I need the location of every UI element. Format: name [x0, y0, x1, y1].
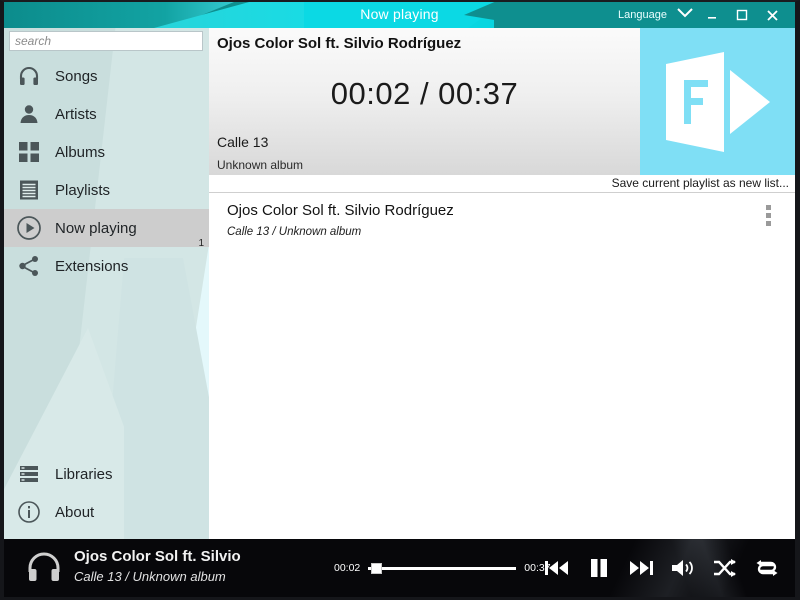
pause-button[interactable] [585, 554, 613, 582]
headphones-icon [26, 552, 62, 589]
seek-thumb[interactable] [371, 563, 383, 574]
info-circle-icon [14, 497, 44, 527]
sidebar-item-label: Now playing [55, 219, 137, 237]
now-playing-panel: Ojos Color Sol ft. Silvio Rodríguez 00:0… [209, 28, 795, 175]
title-bar: Now playing Language [4, 2, 795, 28]
sidebar-nav: Songs Artists Albums Playlists Now playi… [4, 57, 209, 285]
app-window: Now playing Language search Songs Artist… [0, 0, 800, 600]
sidebar-item-label: About [55, 503, 95, 521]
seek-track [368, 567, 517, 570]
search-input[interactable] [9, 31, 203, 51]
play-circle-icon [14, 213, 44, 243]
now-playing-artist: Calle 13 [217, 134, 269, 150]
player-controls [543, 539, 781, 597]
sidebar-item-artists[interactable]: Artists [4, 95, 209, 133]
minimize-button[interactable] [697, 2, 727, 28]
sidebar-item-playlists[interactable]: Playlists [4, 171, 209, 209]
maximize-button[interactable] [727, 2, 757, 28]
sidebar-item-label: Albums [55, 143, 106, 161]
player-bar: Ojos Color Sol ft. Silvio Calle 13 / Unk… [4, 539, 795, 597]
save-playlist-bar: Save current playlist as new list... [209, 175, 795, 193]
shuffle-button[interactable] [711, 554, 739, 582]
sidebar-item-label: Playlists [55, 181, 111, 199]
player-track-title: Ojos Color Sol ft. Silvio [74, 548, 241, 565]
player-seek-area: 00:02 00:37 [334, 539, 551, 597]
chevron-down-icon[interactable] [673, 2, 697, 28]
track-title: Ojos Color Sol ft. Silvio Rodríguez [227, 202, 454, 219]
sidebar-item-label: Artists [55, 105, 97, 123]
main-content: Ojos Color Sol ft. Silvio Rodríguez 00:0… [209, 28, 795, 539]
headphones-icon [14, 61, 44, 91]
sidebar-item-albums[interactable]: Albums [4, 133, 209, 171]
sidebar-bottom-nav: Libraries About [4, 455, 209, 531]
volume-button[interactable] [669, 554, 697, 582]
sidebar-item-extensions[interactable]: Extensions [4, 247, 209, 285]
table-row[interactable]: Ojos Color Sol ft. Silvio Rodríguez Call… [209, 194, 795, 248]
seek-slider[interactable] [368, 563, 517, 574]
save-playlist-link[interactable]: Save current playlist as new list... [612, 175, 789, 192]
grid-icon [14, 137, 44, 167]
person-icon [14, 99, 44, 129]
track-subtitle: Calle 13 / Unknown album [227, 226, 362, 238]
kebab-menu-icon[interactable] [766, 205, 771, 226]
player-current-time: 00:02 [334, 562, 361, 574]
now-playing-time: 00:02 / 00:37 [330, 76, 519, 111]
sidebar-item-songs[interactable]: Songs [4, 57, 209, 95]
close-button[interactable] [757, 2, 787, 28]
now-playing-title: Ojos Color Sol ft. Silvio Rodríguez [217, 35, 462, 52]
player-track-info: Ojos Color Sol ft. Silvio Calle 13 / Unk… [74, 548, 241, 584]
sidebar-item-about[interactable]: About [4, 493, 209, 531]
sidebar-item-label: Songs [55, 67, 98, 85]
share-icon [14, 251, 44, 281]
sidebar: Songs Artists [4, 28, 209, 539]
previous-button[interactable] [543, 554, 571, 582]
library-stack-icon [14, 459, 44, 489]
search-container [9, 31, 203, 51]
now-playing-album: Unknown album [217, 158, 304, 172]
album-art [640, 28, 795, 175]
language-label[interactable]: Language [618, 9, 667, 21]
sidebar-item-label: Libraries [55, 465, 113, 483]
next-button[interactable] [627, 554, 655, 582]
sidebar-item-libraries[interactable]: Libraries [4, 455, 209, 493]
app-logo-icon [665, 51, 770, 152]
list-lines-icon [14, 175, 44, 205]
track-list: Ojos Color Sol ft. Silvio Rodríguez Call… [209, 194, 795, 539]
player-track-subtitle: Calle 13 / Unknown album [74, 569, 226, 584]
title-bar-controls: Language [618, 2, 787, 28]
repeat-button[interactable] [753, 554, 781, 582]
sidebar-item-now-playing[interactable]: Now playing 1 [4, 209, 209, 249]
sidebar-item-label: Extensions [55, 257, 129, 275]
